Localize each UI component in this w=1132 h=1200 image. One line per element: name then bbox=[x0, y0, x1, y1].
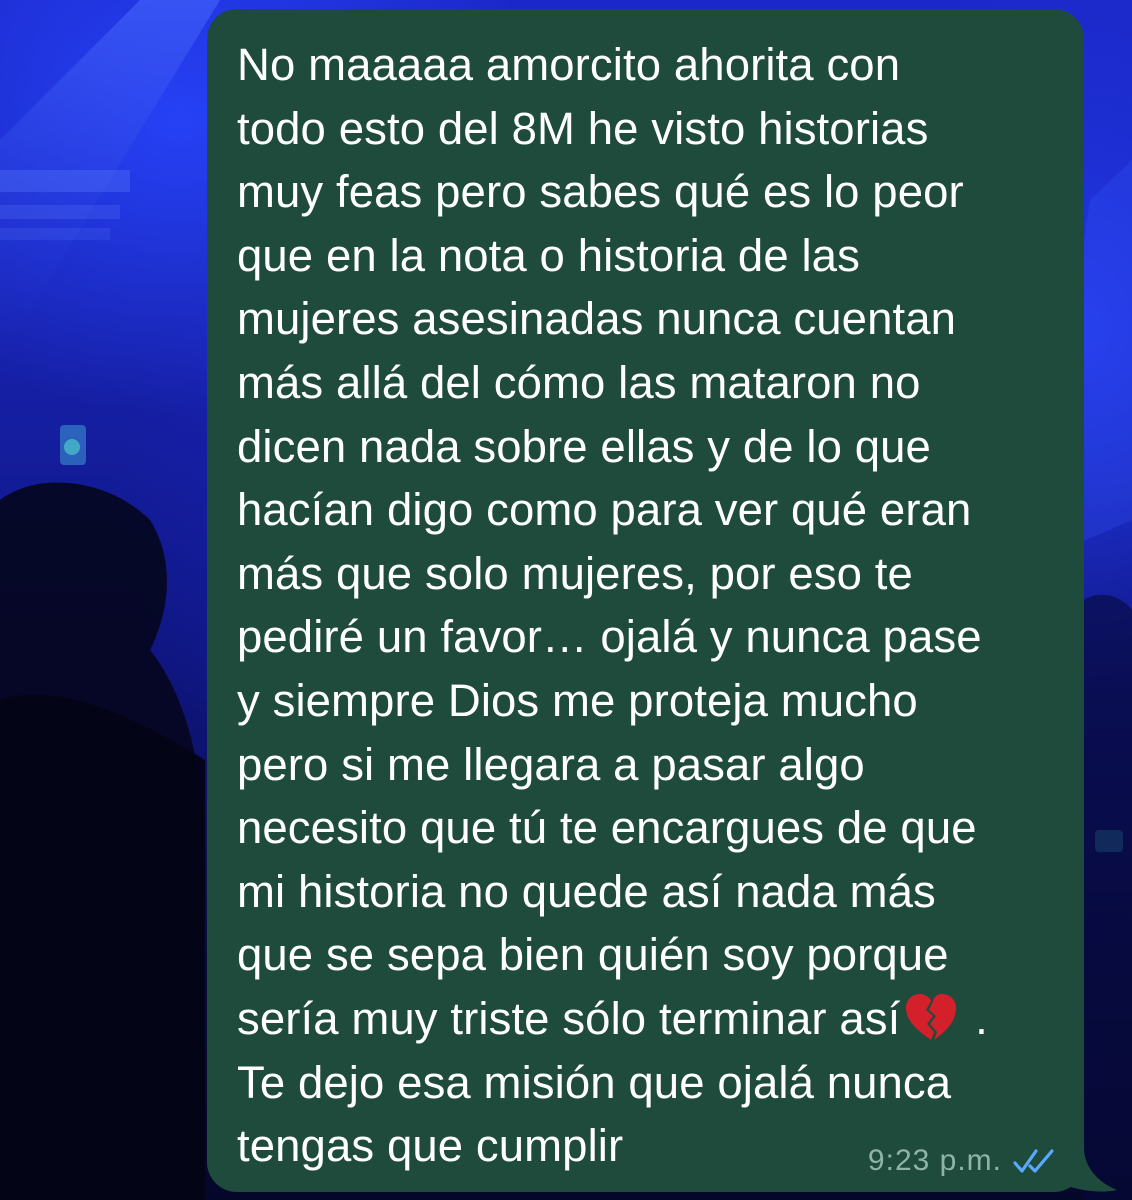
message-line: No maaaaa amorcito ahorita con bbox=[237, 39, 901, 90]
message-line: más allá del cómo las mataron no bbox=[237, 356, 921, 408]
message-line: dicen nada sobre ellas y de lo que bbox=[237, 420, 931, 472]
message-line: tengas que cumplir bbox=[237, 1120, 624, 1172]
message-line: necesito que tú te encargues de que bbox=[237, 802, 977, 854]
broken-heart-icon bbox=[906, 993, 957, 1040]
message-line: muy feas pero sabes qué es lo peor bbox=[237, 166, 964, 218]
message-line: pediré un favor… ojalá y nunca pase bbox=[237, 611, 982, 663]
message-timestamp: 9:23 p.m. bbox=[867, 1144, 1002, 1177]
message-line: que se sepa bien quién soy porque bbox=[237, 929, 949, 981]
message-line-end: . bbox=[962, 992, 988, 1044]
message-line: mi historia no quede así nada más bbox=[237, 865, 936, 917]
message-bubble[interactable]: No maaaaa amorcito ahorita con todo esto… bbox=[207, 9, 1117, 1192]
message-line: más que solo mujeres, por eso te bbox=[237, 547, 913, 599]
message-line: y siempre Dios me proteja mucho bbox=[237, 674, 918, 726]
message-meta: 9:23 p.m. bbox=[868, 1144, 1058, 1178]
message-line: mujeres asesinadas nunca cuentan bbox=[237, 293, 957, 345]
message-line: hacían digo como para ver qué eran bbox=[237, 484, 972, 536]
message-line: Te dejo esa misión que ojalá nunca bbox=[237, 1056, 952, 1108]
message-line: que en la nota o historia de las bbox=[237, 229, 860, 281]
message-line: pero si me llegara a pasar algo bbox=[237, 738, 865, 790]
message-line: sería muy triste sólo terminar así bbox=[237, 992, 901, 1044]
message-line: todo esto del 8M he visto historias bbox=[237, 102, 929, 154]
bubble-tail bbox=[1057, 1148, 1117, 1192]
double-check-read-icon bbox=[1013, 1149, 1054, 1173]
message-text: No maaaaa amorcito ahorita con todo esto… bbox=[237, 33, 1052, 1178]
